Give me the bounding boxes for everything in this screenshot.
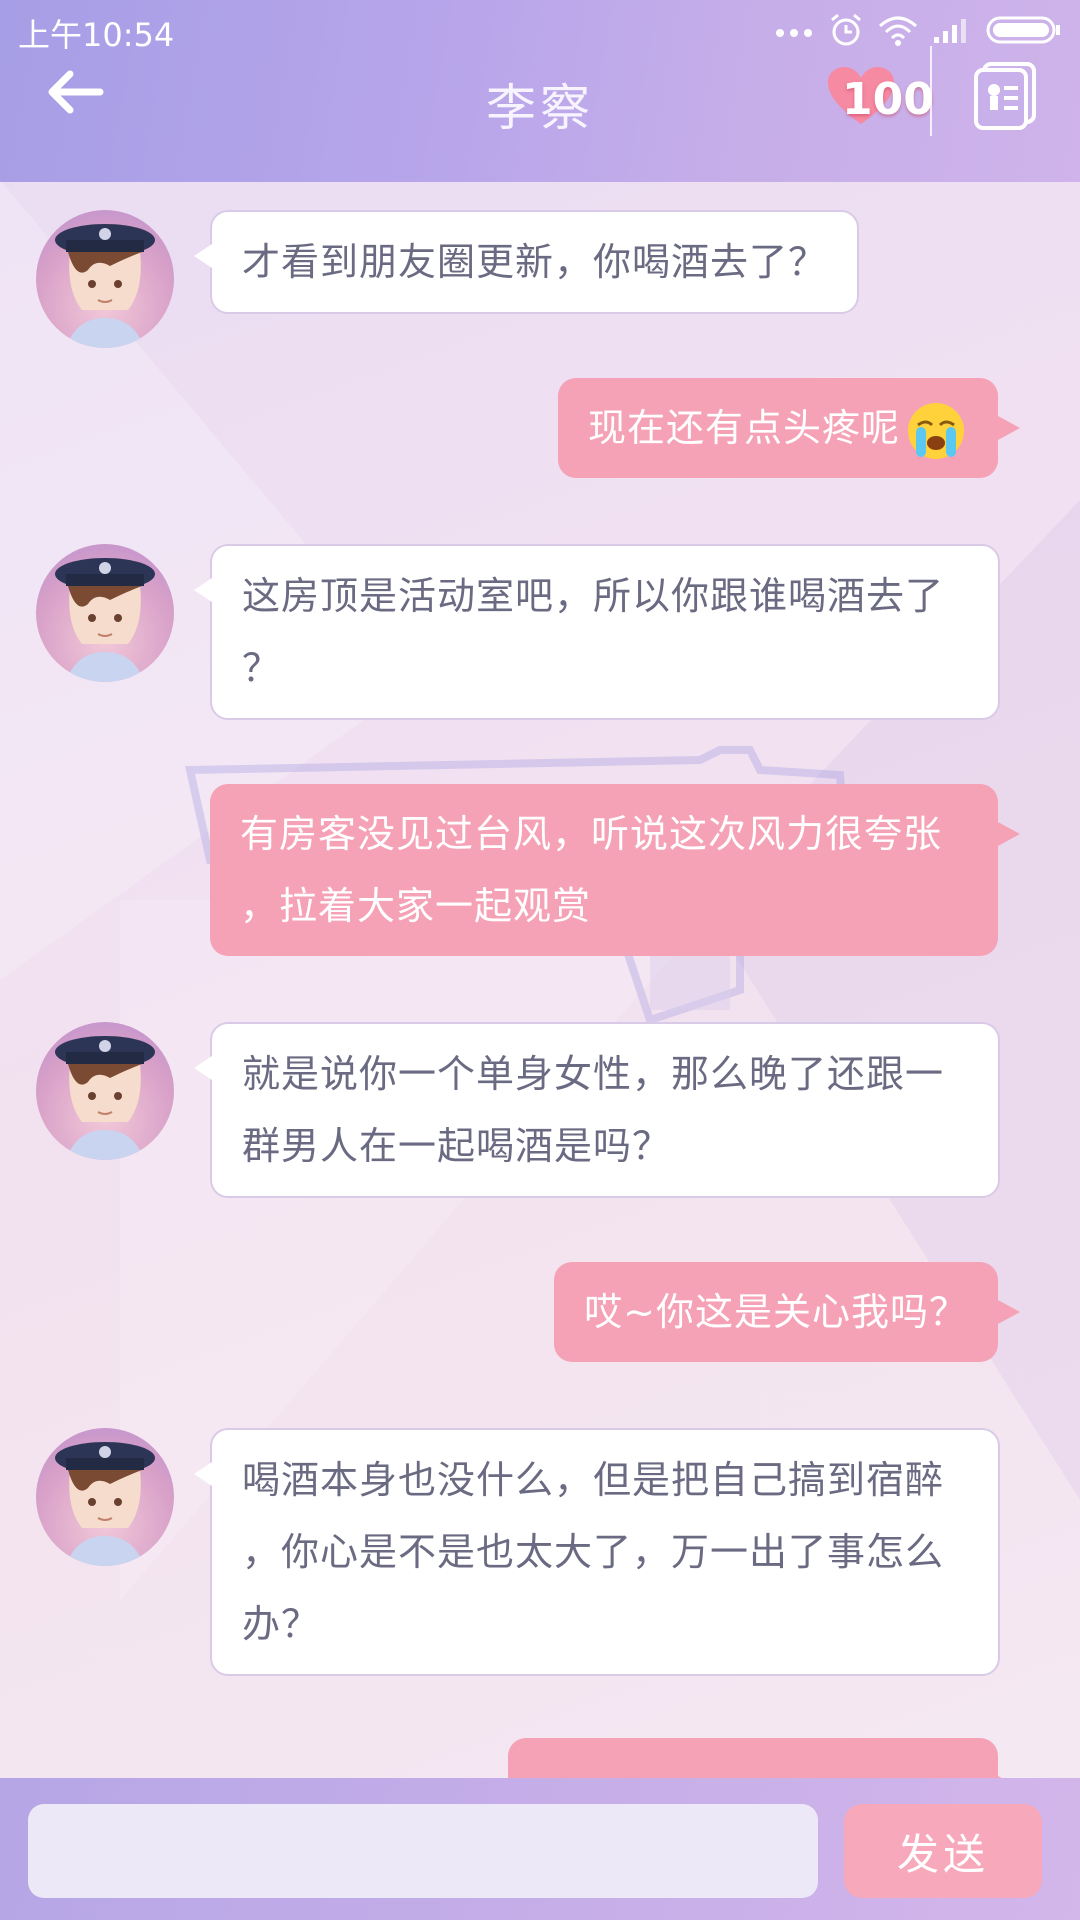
- message-text: 现在还有点头疼呢: [587, 406, 900, 450]
- message-line: 有房客没见过台风，听说这次风力很夸张: [240, 812, 943, 856]
- incoming-message-bubble[interactable]: 就是说你一个单身女性，那么晚了还跟一 群男人在一起喝酒是吗？: [194, 1022, 1000, 1198]
- affection-score-badge: 100: [826, 66, 936, 136]
- message-line: ，拉着大家一起观赏: [240, 884, 592, 928]
- message-line: ？: [242, 646, 282, 690]
- message-text: 才看到朋友圈更新，你喝酒去了？: [242, 240, 828, 284]
- message-line: 就是说你一个单身女性，那么晚了还跟一: [242, 1052, 945, 1096]
- incoming-message-bubble[interactable]: 喝酒本身也没什么，但是把自己搞到宿醉 ，你心是不是也太大了，万一出了事怎么 办？: [194, 1428, 1000, 1676]
- more-dots-icon: [776, 29, 812, 37]
- status-icons: [774, 12, 1062, 48]
- outgoing-message-bubble[interactable]: 哎~你这是关心我吗？: [554, 1262, 1020, 1362]
- contact-avatar[interactable]: [36, 210, 174, 348]
- send-button[interactable]: 发送: [844, 1804, 1042, 1898]
- message-input-bar: 发送: [0, 1778, 1080, 1920]
- battery-icon: [986, 16, 1060, 44]
- police-officer-avatar-icon: [55, 1036, 155, 1160]
- contact-avatar[interactable]: [36, 1022, 174, 1160]
- police-officer-avatar-icon: [55, 558, 155, 682]
- message-input[interactable]: [28, 1804, 818, 1898]
- app-header: 上午10:54 李察 100: [0, 0, 1080, 182]
- police-officer-avatar-icon: [55, 224, 155, 348]
- police-officer-avatar-icon: [55, 1442, 155, 1566]
- outgoing-message-bubble[interactable]: 现在还有点头疼呢: [557, 378, 1021, 478]
- chat-message-list[interactable]: 才看到朋友圈更新，你喝酒去了？ 现在还有点头疼呢 这房顶是活动室吧，所以你跟谁喝…: [0, 182, 1080, 1778]
- affection-score: 100: [842, 74, 934, 125]
- message-line: 办？: [242, 1602, 321, 1646]
- crying-face-emoji-icon: [908, 402, 964, 459]
- profile-card-icon[interactable]: [972, 60, 1042, 130]
- wifi-icon: [879, 16, 917, 46]
- incoming-message-bubble[interactable]: 才看到朋友圈更新，你喝酒去了？: [193, 210, 860, 314]
- contact-avatar[interactable]: [36, 1428, 174, 1566]
- outgoing-message-bubble[interactable]: [508, 1738, 1020, 1778]
- alarm-icon: [831, 13, 861, 46]
- message-line: 喝酒本身也没什么，但是把自己搞到宿醉: [242, 1458, 945, 1502]
- message-line: 群男人在一起喝酒是吗？: [242, 1124, 672, 1168]
- contact-avatar[interactable]: [36, 544, 174, 682]
- message-text: 哎~你这是关心我吗？: [584, 1290, 968, 1334]
- message-line: 这房顶是活动室吧，所以你跟谁喝酒去了: [242, 574, 945, 618]
- message-line: ，你心是不是也太大了，万一出了事怎么: [242, 1530, 945, 1574]
- status-bar: 上午10:54: [0, 0, 1080, 60]
- signal-icon: [934, 19, 966, 43]
- status-time: 上午10:54: [18, 16, 175, 54]
- outgoing-message-bubble[interactable]: 有房客没见过台风，听说这次风力很夸张 ，拉着大家一起观赏: [210, 784, 1020, 956]
- incoming-message-bubble[interactable]: 这房顶是活动室吧，所以你跟谁喝酒去了 ？: [194, 544, 1000, 720]
- header-divider: [930, 46, 932, 136]
